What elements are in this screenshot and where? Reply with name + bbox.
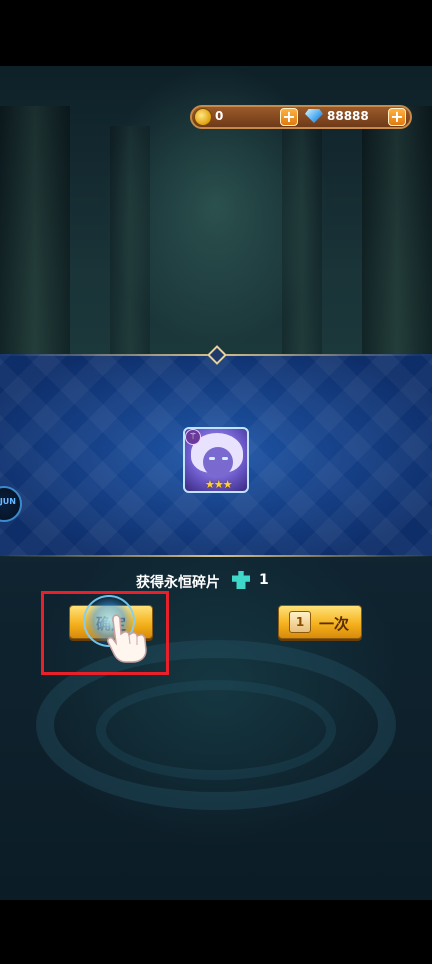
- gold-coin-icon: [194, 108, 212, 126]
- hero-eye: [222, 457, 228, 460]
- summon-again-label: 一次: [319, 615, 350, 633]
- obtain-count: 1: [259, 572, 269, 588]
- letterbox-bottom: [0, 900, 432, 964]
- floor-circle-decoration: [96, 680, 336, 780]
- background-pillar: [282, 126, 322, 356]
- letterbox-top: [0, 0, 432, 66]
- scroll-icon: 1: [289, 611, 311, 633]
- hero-face: [203, 447, 233, 477]
- hero-eye: [209, 457, 215, 460]
- add-gold-button[interactable]: +: [280, 108, 298, 126]
- background-pillar: [362, 106, 432, 356]
- summon-again-button[interactable]: 1 一次: [278, 605, 362, 639]
- obtain-text: 获得永恒碎片: [136, 575, 220, 591]
- background-pillar: [0, 106, 70, 356]
- background-pillar: [110, 126, 150, 356]
- gem-count: 88888: [327, 109, 369, 123]
- reward-panel-bottom-border: [0, 555, 432, 557]
- hero-class-icon: ⚚: [185, 429, 201, 445]
- tutorial-highlight-box: [41, 591, 169, 675]
- hero-star-rating: ★★★: [205, 478, 233, 491]
- add-gems-button[interactable]: +: [388, 108, 406, 126]
- gold-count: 0: [215, 109, 224, 123]
